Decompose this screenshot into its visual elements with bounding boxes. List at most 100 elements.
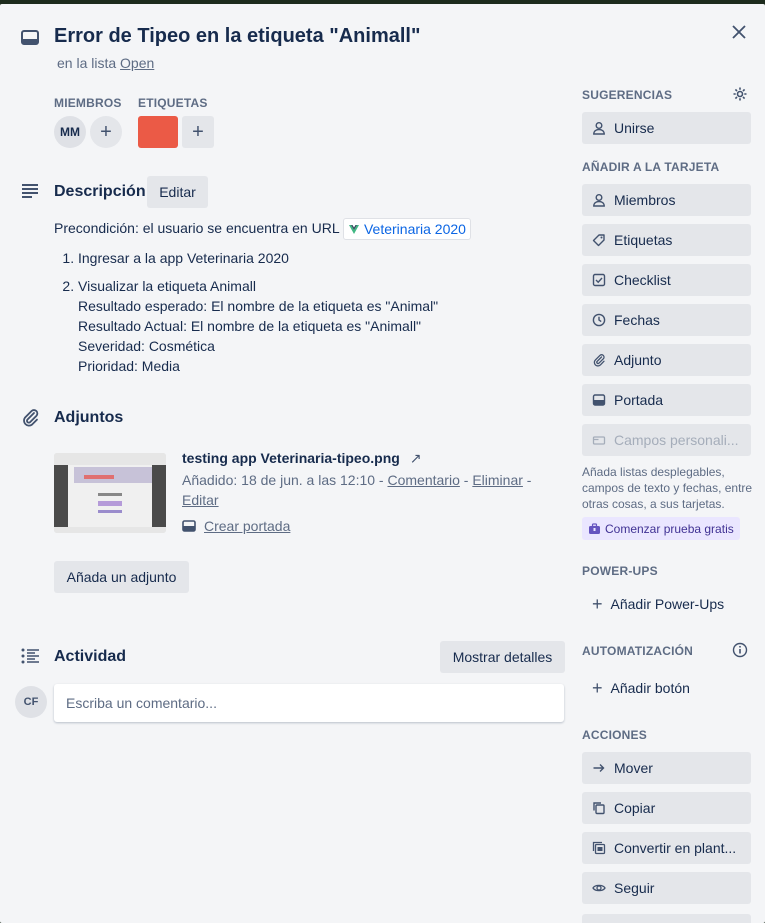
vue-logo-icon	[348, 225, 359, 235]
list-reference: en la lista Open	[57, 55, 154, 71]
info-icon	[732, 642, 748, 658]
url-chip[interactable]: Veterinaria 2020	[342, 218, 471, 241]
automation-info-button[interactable]	[730, 640, 750, 660]
attachment-filename[interactable]: testing app Veterinaria-tipeo.png ↗	[182, 450, 421, 467]
actual-result: Resultado Actual: El nombre de la etique…	[78, 318, 422, 335]
attachment-filename-text: testing app Veterinaria-tipeo.png	[182, 450, 400, 466]
clock-icon	[592, 313, 606, 327]
cover-icon	[592, 394, 606, 406]
person-icon	[593, 194, 605, 207]
tag-icon	[592, 234, 605, 247]
watch-label: Seguir	[614, 880, 655, 896]
severity: Severidad: Cosmética	[78, 338, 215, 355]
edit-description-button[interactable]: Editar	[147, 176, 208, 208]
template-icon	[592, 841, 606, 855]
plus-icon: +	[192, 121, 204, 143]
make-cover-link[interactable]: Crear portada	[182, 518, 290, 534]
members-heading: MIEMBROS	[54, 96, 122, 110]
labels-heading: ETIQUETAS	[138, 96, 208, 110]
attachment-meta: Añadido: 18 de jun. a las 12:10 - Coment…	[182, 472, 532, 508]
in-list-prefix: en la lista	[57, 55, 117, 71]
list-link[interactable]: Open	[120, 55, 154, 71]
attachment-button[interactable]: Adjunto	[582, 344, 751, 376]
dates-button[interactable]: Fechas	[582, 304, 751, 336]
step-text: Ingresar a la app Veterinaria 2020	[78, 250, 289, 267]
custom-fields-icon	[592, 436, 606, 445]
person-icon	[593, 122, 605, 135]
join-label: Unirse	[614, 120, 655, 136]
label-chip-red[interactable]	[138, 116, 178, 148]
card-icon	[21, 30, 39, 45]
cover-button-label: Portada	[614, 392, 664, 408]
copy-button[interactable]: Copiar	[582, 792, 751, 824]
card-title[interactable]: Error de Tipeo en la etiqueta "Animall"	[54, 24, 420, 48]
close-button[interactable]	[727, 20, 751, 44]
members-button[interactable]: Miembros	[582, 184, 751, 216]
start-trial-button[interactable]: Comenzar prueba gratis	[582, 517, 740, 540]
priority: Prioridad: Media	[78, 358, 180, 375]
checkbox-icon	[592, 273, 606, 287]
add-member-button[interactable]: +	[90, 116, 122, 148]
plus-icon: +	[100, 121, 112, 143]
powerups-heading: POWER-UPS	[582, 564, 658, 578]
watch-button[interactable]: Seguir	[582, 872, 751, 904]
attachment-button-label: Adjunto	[614, 352, 662, 368]
step-text: Visualizar la etiqueta Animall	[78, 278, 256, 295]
copy-label: Copiar	[614, 800, 656, 816]
gear-icon	[733, 87, 747, 101]
suggestions-heading: SUGERENCIAS	[582, 88, 673, 102]
activity-title: Actividad	[54, 648, 127, 665]
paperclip-icon	[23, 409, 39, 427]
attachments-title: Adjuntos	[54, 409, 124, 426]
attachment-comment-link[interactable]: Comentario	[388, 472, 460, 488]
cover-icon	[182, 520, 196, 532]
make-template-label: Convertir en plant...	[614, 840, 737, 856]
description-body: Precondición: el usuario se encuentra en…	[54, 218, 554, 384]
attachment-edit-link[interactable]: Editar	[182, 492, 219, 508]
checklist-button[interactable]: Checklist	[582, 264, 751, 296]
custom-fields-button[interactable]: Campos personali...	[582, 424, 751, 456]
step-item: Visualizar la etiqueta Animall Resultado…	[78, 276, 554, 376]
labels-button-label: Etiquetas	[614, 232, 673, 248]
checklist-button-label: Checklist	[614, 272, 671, 288]
custom-fields-help: Añada listas desplegables, campos de tex…	[582, 465, 753, 511]
activity-icon	[21, 648, 39, 664]
external-link-icon: ↗	[409, 450, 422, 466]
precondition-line: Precondición: el usuario se encuentra en…	[54, 218, 554, 241]
add-automation-label: Añadir botón	[610, 680, 690, 696]
url-chip-label: Veterinaria 2020	[363, 221, 466, 238]
attachment-preview-image	[54, 453, 166, 533]
add-label-button[interactable]: +	[182, 116, 214, 148]
add-powerups-button[interactable]: + Añadir Power-Ups	[582, 588, 751, 620]
start-trial-label: Comenzar prueba gratis	[605, 521, 734, 536]
add-powerups-label: Añadir Power-Ups	[610, 596, 725, 612]
suggestions-settings-button[interactable]	[730, 84, 750, 104]
attachment-thumbnail[interactable]	[54, 453, 166, 533]
actions-heading: ACCIONES	[582, 728, 647, 742]
arrow-right-icon	[593, 764, 605, 772]
custom-fields-label: Campos personali...	[614, 432, 739, 448]
show-details-button[interactable]: Mostrar detalles	[440, 641, 565, 673]
add-automation-button[interactable]: + Añadir botón	[582, 672, 751, 704]
attachment-added-date: Añadido: 18 de jun. a las 12:10	[182, 472, 376, 488]
comment-input[interactable]: Escriba un comentario...	[54, 684, 564, 722]
add-to-card-heading: AÑADIR A LA TARJETA	[582, 160, 720, 174]
move-button[interactable]: Mover	[582, 752, 751, 784]
make-template-button[interactable]: Convertir en plant...	[582, 832, 751, 864]
member-avatar[interactable]: MM	[54, 116, 86, 148]
precondition-text: Precondición: el usuario se encuentra en…	[54, 220, 340, 236]
briefcase-icon	[589, 522, 600, 534]
current-user-avatar[interactable]: CF	[15, 686, 47, 718]
add-attachment-button[interactable]: Añada un adjunto	[54, 561, 189, 593]
join-button[interactable]: Unirse	[582, 112, 751, 144]
expected-result: Resultado esperado: El nombre de la etiq…	[78, 298, 439, 315]
members-button-label: Miembros	[614, 192, 676, 208]
card-detail-window: Error de Tipeo en la etiqueta "Animall" …	[0, 4, 765, 923]
make-cover-label: Crear portada	[204, 518, 291, 534]
automation-heading: AUTOMATIZACIÓN	[582, 644, 694, 658]
cover-button[interactable]: Portada	[582, 384, 751, 416]
next-action-button-partial[interactable]	[582, 914, 751, 923]
labels-button[interactable]: Etiquetas	[582, 224, 751, 256]
attachment-delete-link[interactable]: Eliminar	[472, 472, 523, 488]
step-item: Ingresar a la app Veterinaria 2020	[78, 248, 554, 268]
